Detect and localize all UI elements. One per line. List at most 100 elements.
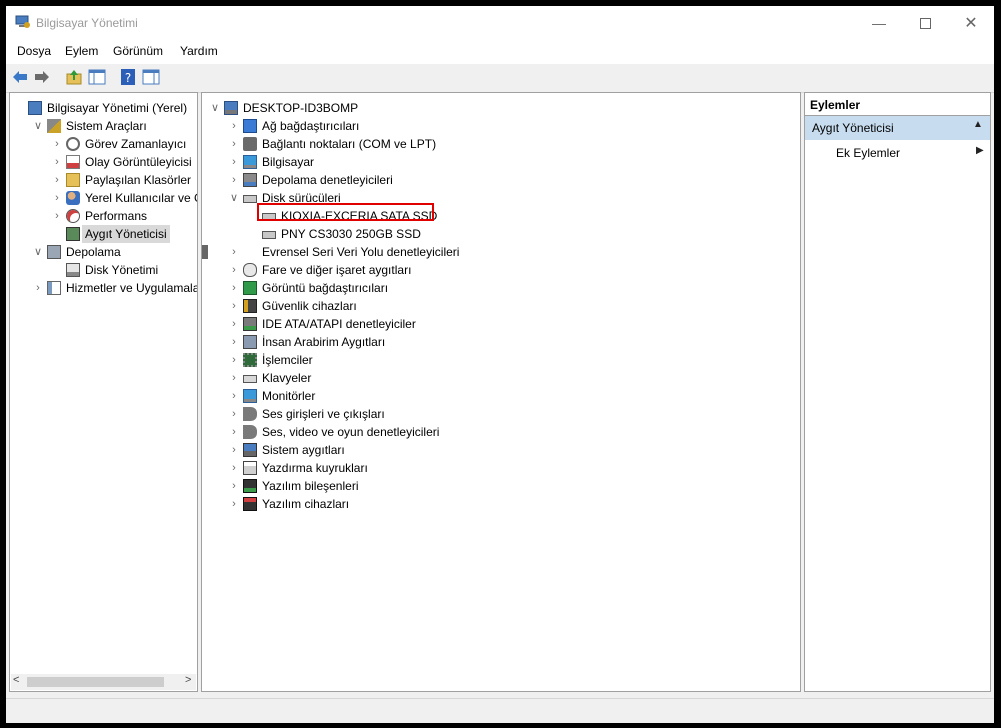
tree-item-0[interactable]: Bilgisayar Yönetimi (Yerel) [10, 99, 196, 117]
device-category[interactable]: › Görüntü bağdaştırıcıları [202, 279, 792, 297]
expand-chevron-icon[interactable]: › [229, 477, 239, 495]
help-icon[interactable]: ? [119, 68, 137, 86]
tree-item-5[interactable]: › Yerel Kullanıcılar ve Gru [10, 189, 197, 207]
expand-chevron-icon[interactable]: › [229, 171, 239, 189]
toolbar: ? [6, 64, 994, 93]
device-category-label: Depolama denetleyicileri [262, 173, 393, 187]
device-category[interactable]: › Depolama denetleyicileri [202, 171, 792, 189]
device-root[interactable]: ∨ DESKTOP-ID3BOMP [202, 99, 792, 117]
desktop-icon [224, 101, 238, 115]
expand-chevron-icon[interactable]: › [229, 243, 239, 261]
scroll-left-icon[interactable]: < [13, 674, 19, 686]
expand-chevron-icon[interactable]: › [52, 207, 62, 225]
menu-eylem[interactable]: Eylem [65, 44, 98, 58]
scroll-thumb[interactable] [27, 677, 164, 687]
actions-header: Eylemler [805, 93, 990, 116]
device-category[interactable]: › Ağ bağdaştırıcıları [202, 117, 792, 135]
expand-chevron-icon[interactable]: › [229, 495, 239, 513]
tree-item-1[interactable]: ∨ Sistem Araçları [10, 117, 196, 135]
display-adapter-icon [243, 281, 257, 295]
status-bar [6, 698, 994, 723]
scroll-right-icon[interactable]: > [185, 674, 191, 686]
tree-item-3[interactable]: › Olay Görüntüleyicisi [10, 153, 196, 171]
expand-chevron-icon[interactable]: › [52, 153, 62, 171]
collapse-up-icon[interactable]: ▲ [973, 119, 983, 130]
device-category-label: Ses, video ve oyun denetleyicileri [262, 425, 440, 439]
expand-chevron-icon[interactable]: › [229, 441, 239, 459]
device-category[interactable]: › İşlemciler [202, 351, 792, 369]
tree-item-label: Görev Zamanlayıcı [85, 137, 187, 151]
expand-chevron-icon[interactable]: › [229, 297, 239, 315]
expand-chevron-icon[interactable]: › [229, 117, 239, 135]
computer-management-icon [28, 101, 42, 115]
back-arrow-icon[interactable] [11, 68, 29, 86]
collapse-chevron-icon[interactable]: ∨ [33, 117, 43, 135]
actions-more-item[interactable]: Ek Eylemler ▶ [805, 142, 990, 164]
expand-chevron-icon[interactable]: › [229, 135, 239, 153]
device-item[interactable]: KIOXIA-EXCERIA SATA SSD [202, 203, 792, 225]
device-category[interactable]: › Sistem aygıtları [202, 441, 792, 459]
device-item[interactable]: PNY CS3030 250GB SSD [202, 225, 792, 243]
expand-chevron-icon[interactable]: › [229, 153, 239, 171]
expand-chevron-icon[interactable]: › [229, 459, 239, 477]
expand-chevron-icon[interactable]: › [229, 369, 239, 387]
tree-item-2[interactable]: › Görev Zamanlayıcı [10, 135, 196, 153]
collapse-chevron-icon[interactable]: ∨ [210, 99, 220, 117]
main-window: Bilgisayar Yönetimi — ✕ Dosya Eylem Görü… [6, 6, 994, 723]
device-category[interactable]: › Evrensel Seri Veri Yolu denetleyicileri [202, 243, 792, 261]
device-category-label: İnsan Arabirim Aygıtları [262, 335, 386, 349]
horizontal-scrollbar[interactable]: < > [11, 674, 196, 690]
tree-item-label: Aygıt Yöneticisi [82, 225, 170, 243]
tree-item-label: Hizmetler ve Uygulamalar [66, 281, 198, 295]
device-category[interactable]: › Bağlantı noktaları (COM ve LPT) [202, 135, 792, 153]
device-category[interactable]: › İnsan Arabirim Aygıtları [202, 333, 792, 351]
device-category[interactable]: › Güvenlik cihazları [202, 297, 792, 315]
device-category-label: Ağ bağdaştırıcıları [262, 119, 360, 133]
expand-chevron-icon[interactable]: › [229, 423, 239, 441]
device-category-label: Evrensel Seri Veri Yolu denetleyicileri [262, 245, 460, 259]
expand-chevron-icon[interactable]: › [229, 315, 239, 333]
expand-chevron-icon[interactable]: › [229, 261, 239, 279]
properties-icon[interactable] [142, 68, 160, 86]
tree-item-7[interactable]: Aygıt Yöneticisi [10, 225, 196, 243]
expand-chevron-icon[interactable]: › [229, 387, 239, 405]
device-category-label: İşlemciler [262, 353, 313, 367]
expand-chevron-icon[interactable]: › [52, 171, 62, 189]
device-category[interactable]: › Yazılım cihazları [202, 495, 792, 513]
device-category[interactable]: › Fare ve diğer işaret aygıtları [202, 261, 792, 279]
menu-yardim[interactable]: Yardım [180, 44, 218, 58]
tree-item-6[interactable]: › Performans [10, 207, 196, 225]
expand-chevron-icon[interactable]: › [33, 279, 43, 297]
expand-chevron-icon[interactable]: › [52, 189, 62, 207]
forward-arrow-icon[interactable] [33, 68, 51, 86]
close-button[interactable]: ✕ [948, 6, 994, 40]
tree-item-9[interactable]: Disk Yönetimi [10, 261, 196, 279]
menu-dosya[interactable]: Dosya [17, 44, 51, 58]
expand-chevron-icon[interactable]: › [229, 279, 239, 297]
collapse-chevron-icon[interactable]: ∨ [33, 243, 43, 261]
expand-chevron-icon[interactable]: › [52, 135, 62, 153]
device-category[interactable]: › Ses girişleri ve çıkışları [202, 405, 792, 423]
expand-chevron-icon[interactable]: › [229, 351, 239, 369]
maximize-button[interactable] [902, 6, 948, 40]
expand-chevron-icon[interactable]: › [229, 333, 239, 351]
device-category[interactable]: › Bilgisayar [202, 153, 792, 171]
tree-item-8[interactable]: ∨ Depolama [10, 243, 196, 261]
device-category[interactable]: › IDE ATA/ATAPI denetleyiciler [202, 315, 792, 333]
expand-chevron-icon[interactable]: › [229, 405, 239, 423]
console-tree-icon[interactable] [88, 68, 106, 86]
folder-up-icon[interactable] [65, 68, 83, 86]
actions-section[interactable]: Aygıt Yöneticisi ▲ [805, 116, 990, 140]
menu-bar: Dosya Eylem Görünüm Yardım [6, 40, 994, 64]
tree-item-4[interactable]: › Paylaşılan Klasörler [10, 171, 196, 189]
tree-item-10[interactable]: › Hizmetler ve Uygulamalar [10, 279, 198, 297]
device-category[interactable]: › Monitörler [202, 387, 792, 405]
collapse-chevron-icon[interactable]: ∨ [229, 189, 239, 207]
device-category[interactable]: › Ses, video ve oyun denetleyicileri [202, 423, 792, 441]
device-category[interactable]: › Klavyeler [202, 369, 792, 387]
tree-item-label: Bilgisayar Yönetimi (Yerel) [47, 101, 188, 115]
device-category[interactable]: › Yazılım bileşenleri [202, 477, 792, 495]
menu-gorunum[interactable]: Görünüm [113, 44, 163, 58]
device-category[interactable]: › Yazdırma kuyrukları [202, 459, 792, 477]
minimize-button[interactable]: — [856, 6, 902, 40]
